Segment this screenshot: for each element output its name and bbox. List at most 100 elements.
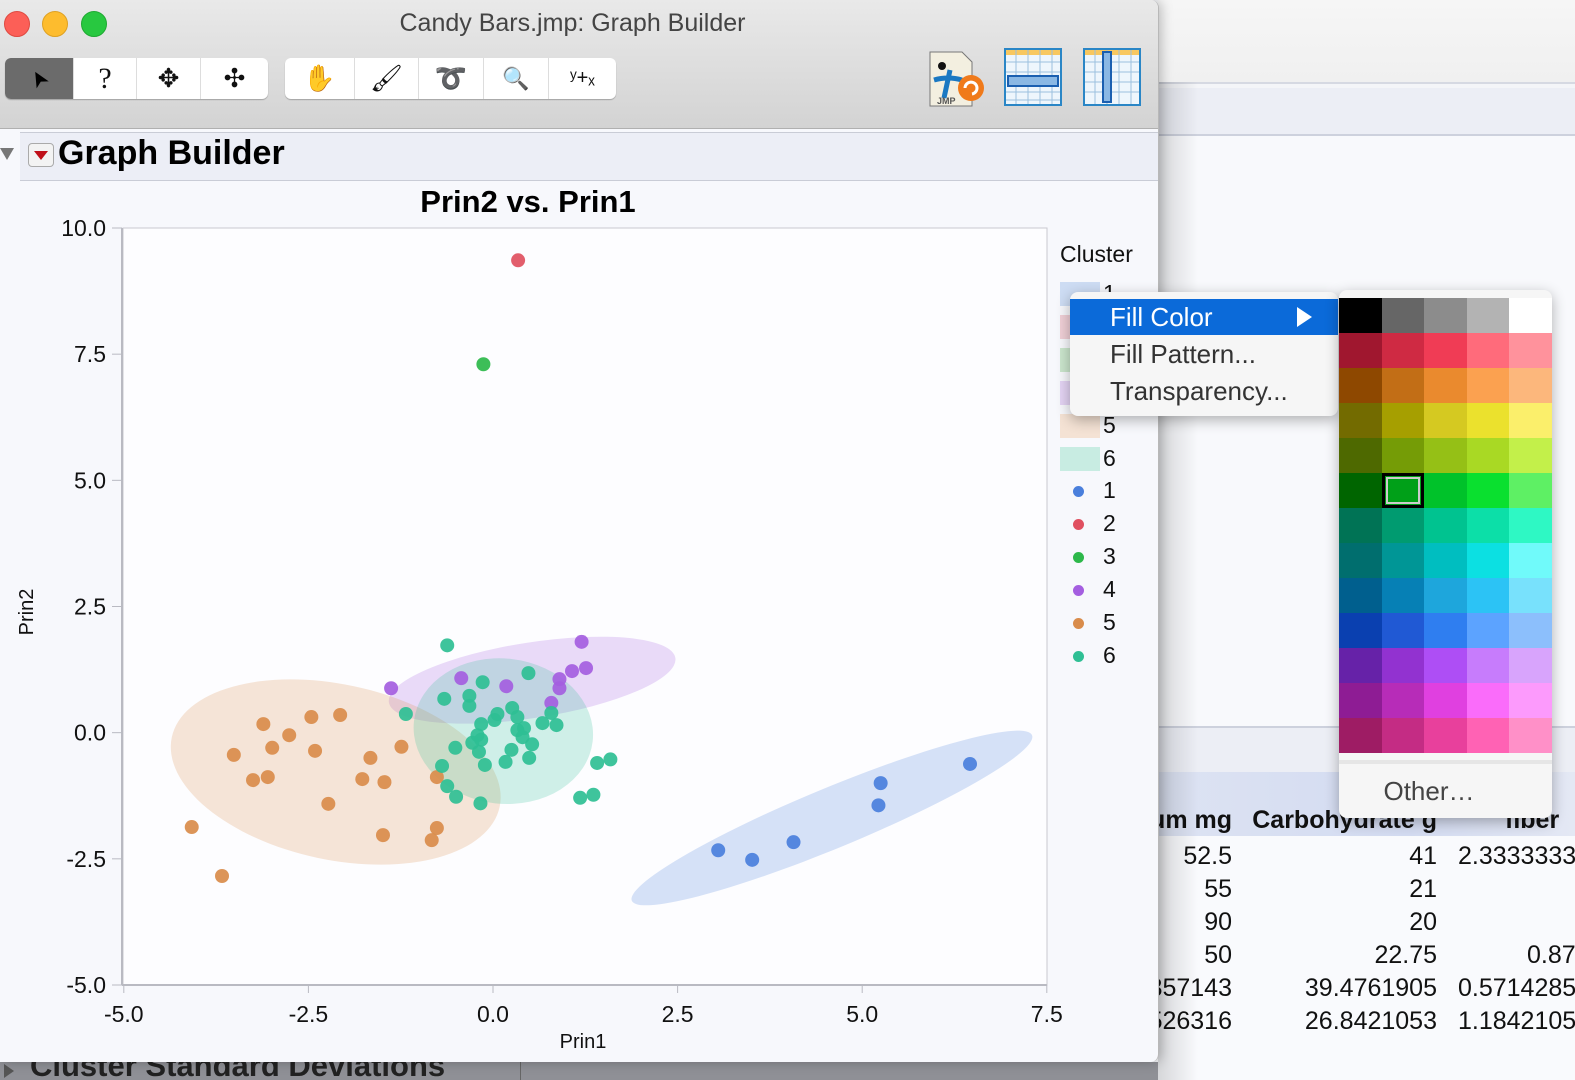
color-swatch[interactable] bbox=[1339, 473, 1382, 508]
color-swatch[interactable] bbox=[1339, 613, 1382, 648]
menu-item-fill-color[interactable]: Fill Color bbox=[1070, 299, 1338, 335]
color-swatch[interactable] bbox=[1424, 648, 1467, 683]
data-point-cluster-6[interactable] bbox=[448, 740, 463, 755]
data-point-cluster-6[interactable] bbox=[586, 787, 601, 802]
color-swatch[interactable] bbox=[1381, 368, 1425, 403]
color-swatch[interactable] bbox=[1509, 508, 1552, 543]
legend-marker-cluster-4[interactable] bbox=[1073, 585, 1084, 596]
data-point-cluster-6[interactable] bbox=[440, 638, 455, 653]
color-swatch[interactable] bbox=[1339, 333, 1382, 368]
color-swatch[interactable] bbox=[1424, 578, 1467, 613]
color-swatch[interactable] bbox=[1424, 473, 1467, 508]
other-color-button[interactable]: Other… bbox=[1339, 776, 1519, 807]
legend-marker-cluster-3[interactable] bbox=[1073, 552, 1084, 563]
x-axis-label[interactable]: Prin1 bbox=[560, 1031, 607, 1053]
color-swatch[interactable] bbox=[1509, 403, 1552, 438]
color-swatch[interactable] bbox=[1424, 298, 1467, 333]
data-point-cluster-3[interactable] bbox=[476, 357, 491, 372]
data-point-cluster-2[interactable] bbox=[511, 253, 526, 268]
data-point-cluster-1[interactable] bbox=[745, 852, 760, 867]
data-point-cluster-6[interactable] bbox=[549, 718, 564, 733]
data-point-cluster-6[interactable] bbox=[473, 796, 488, 811]
data-point-cluster-6[interactable] bbox=[498, 754, 513, 769]
data-point-cluster-1[interactable] bbox=[873, 776, 888, 791]
data-point-cluster-6[interactable] bbox=[398, 706, 413, 721]
data-point-cluster-5[interactable] bbox=[375, 828, 390, 843]
color-swatch[interactable] bbox=[1466, 333, 1510, 368]
data-point-cluster-5[interactable] bbox=[265, 740, 280, 755]
color-swatch[interactable] bbox=[1509, 438, 1552, 473]
legend-swatch-cluster-5[interactable] bbox=[1060, 414, 1100, 438]
color-swatch[interactable] bbox=[1339, 683, 1382, 718]
color-swatch[interactable] bbox=[1381, 683, 1425, 718]
data-point-cluster-6[interactable] bbox=[522, 750, 537, 765]
data-point-cluster-5[interactable] bbox=[355, 772, 370, 787]
color-swatch[interactable] bbox=[1381, 403, 1425, 438]
color-swatch[interactable] bbox=[1509, 578, 1552, 613]
color-swatch[interactable] bbox=[1509, 298, 1552, 333]
legend-marker-cluster-2[interactable] bbox=[1073, 519, 1084, 530]
color-swatch[interactable] bbox=[1466, 613, 1510, 648]
data-point-cluster-6[interactable] bbox=[437, 691, 452, 706]
data-point-cluster-5[interactable] bbox=[304, 710, 319, 725]
data-point-cluster-6[interactable] bbox=[590, 755, 605, 770]
color-swatch[interactable] bbox=[1466, 368, 1510, 403]
color-swatch[interactable] bbox=[1424, 368, 1467, 403]
color-swatch[interactable] bbox=[1339, 543, 1382, 578]
data-point-cluster-6[interactable] bbox=[504, 742, 519, 757]
color-swatch[interactable] bbox=[1466, 718, 1510, 753]
data-point-cluster-5[interactable] bbox=[184, 820, 199, 835]
color-swatch[interactable] bbox=[1424, 403, 1467, 438]
data-point-cluster-6[interactable] bbox=[573, 790, 588, 805]
data-point-cluster-5[interactable] bbox=[429, 821, 444, 836]
color-swatch[interactable] bbox=[1339, 298, 1382, 333]
color-swatch[interactable] bbox=[1339, 368, 1382, 403]
data-point-cluster-4[interactable] bbox=[552, 681, 567, 696]
color-swatch[interactable] bbox=[1466, 578, 1510, 613]
data-point-cluster-4[interactable] bbox=[565, 664, 580, 679]
data-point-cluster-6[interactable] bbox=[544, 705, 559, 720]
data-point-cluster-5[interactable] bbox=[333, 708, 348, 723]
data-point-cluster-5[interactable] bbox=[256, 717, 271, 732]
data-point-cluster-4[interactable] bbox=[384, 681, 399, 696]
color-swatch[interactable] bbox=[1466, 543, 1510, 578]
color-swatch[interactable] bbox=[1509, 333, 1552, 368]
data-point-cluster-6[interactable] bbox=[477, 757, 492, 772]
data-point-cluster-6[interactable] bbox=[462, 698, 477, 713]
color-swatch[interactable] bbox=[1381, 578, 1425, 613]
color-swatch[interactable] bbox=[1381, 508, 1425, 543]
data-point-cluster-5[interactable] bbox=[308, 743, 323, 758]
data-point-cluster-5[interactable] bbox=[246, 773, 261, 788]
color-swatch[interactable] bbox=[1509, 473, 1552, 508]
color-swatch[interactable] bbox=[1339, 403, 1382, 438]
color-swatch[interactable] bbox=[1381, 438, 1425, 473]
color-swatch[interactable] bbox=[1466, 438, 1510, 473]
data-point-cluster-1[interactable] bbox=[711, 843, 726, 858]
color-swatch[interactable] bbox=[1466, 298, 1510, 333]
data-point-cluster-1[interactable] bbox=[871, 798, 886, 813]
color-swatch[interactable] bbox=[1509, 718, 1552, 753]
data-point-cluster-6[interactable] bbox=[487, 713, 502, 728]
color-swatch[interactable] bbox=[1381, 543, 1425, 578]
y-axis-label[interactable]: Prin2 bbox=[16, 589, 38, 636]
color-swatch[interactable] bbox=[1424, 438, 1467, 473]
color-swatch[interactable] bbox=[1381, 648, 1425, 683]
color-swatch[interactable] bbox=[1466, 683, 1510, 718]
data-point-cluster-6[interactable] bbox=[471, 744, 486, 759]
color-swatch[interactable] bbox=[1339, 718, 1382, 753]
data-point-cluster-5[interactable] bbox=[394, 739, 409, 754]
data-point-cluster-5[interactable] bbox=[363, 750, 378, 765]
cluster-std-dev-section[interactable]: Cluster Standard Deviations bbox=[0, 1062, 1158, 1080]
color-swatch[interactable] bbox=[1381, 473, 1425, 508]
color-swatch[interactable] bbox=[1424, 508, 1467, 543]
color-swatch[interactable] bbox=[1466, 473, 1510, 508]
color-swatch[interactable] bbox=[1424, 718, 1467, 753]
color-swatch[interactable] bbox=[1466, 648, 1510, 683]
data-point-cluster-5[interactable] bbox=[226, 747, 241, 762]
data-point-cluster-4[interactable] bbox=[454, 671, 469, 686]
color-swatch[interactable] bbox=[1466, 508, 1510, 543]
data-point-cluster-6[interactable] bbox=[449, 789, 464, 804]
color-swatch[interactable] bbox=[1381, 333, 1425, 368]
legend-marker-cluster-6[interactable] bbox=[1073, 651, 1084, 662]
color-swatch[interactable] bbox=[1339, 438, 1382, 473]
